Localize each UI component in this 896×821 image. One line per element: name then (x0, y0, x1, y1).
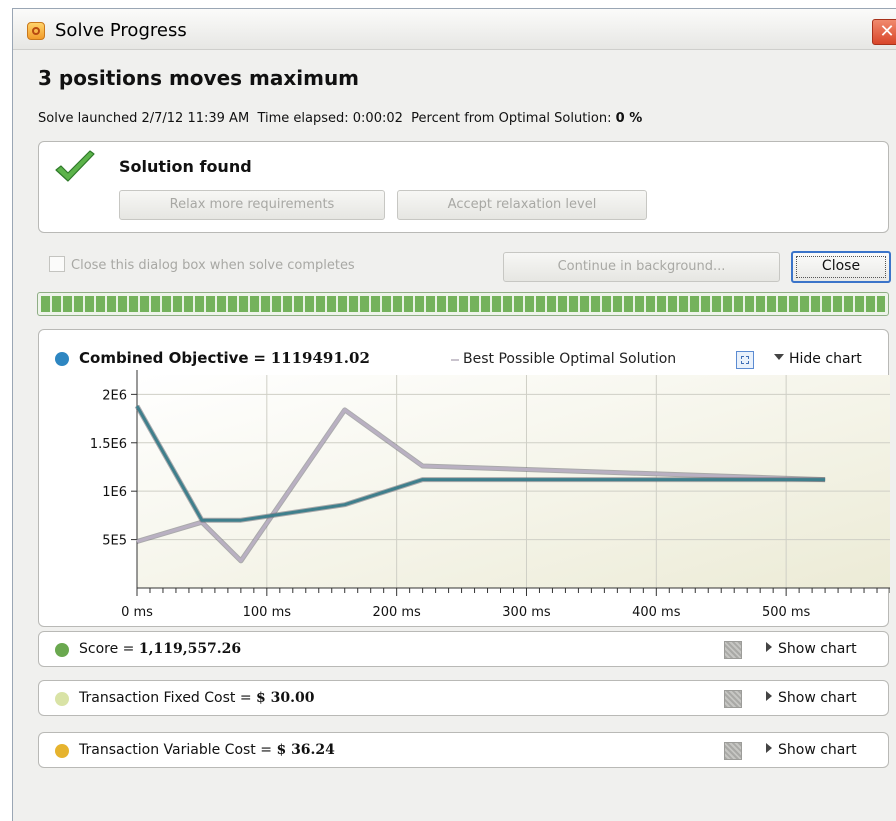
metric-value: $ 30.00 (256, 690, 315, 706)
objective-chart-panel: Combined Objective = 1119491.02 Best Pos… (38, 329, 890, 627)
checkmark-icon (55, 150, 95, 182)
solve-progress-bar (37, 292, 889, 316)
elapsed-value: 0:00:02 (352, 111, 403, 126)
metric-label: Score = 1,119,557.26 (79, 641, 242, 657)
x-tick-label: 400 ms (632, 605, 681, 620)
title-bar[interactable]: Solve Progress ✕ (13, 9, 896, 50)
chevron-right-icon (766, 642, 772, 652)
metric-value: $ 36.24 (276, 742, 335, 758)
chart-thumbnail-icon[interactable] (724, 690, 742, 708)
solve-progress-dialog: Solve Progress ✕ 3 positions moves maxim… (12, 8, 896, 821)
y-tick-label: 1.5E6 (90, 437, 127, 452)
show-chart-toggle[interactable]: Show chart (766, 690, 857, 706)
metric-name: Transaction Fixed Cost (79, 690, 236, 706)
solve-status-line: Solve launched 2/7/12 11:39 AM Time elap… (38, 111, 642, 126)
metric-panel: Score = 1,119,557.26 Show chart (38, 631, 889, 667)
accept-relaxation-button[interactable]: Accept relaxation level (397, 190, 647, 220)
close-when-complete-label: Close this dialog box when solve complet… (71, 258, 355, 273)
metric-legend-dot (55, 744, 69, 758)
chart-thumbnail-icon[interactable] (724, 641, 742, 659)
x-tick-label: 100 ms (243, 605, 292, 620)
solution-status: Solution found (119, 157, 252, 176)
y-tick-label: 5E5 (102, 534, 127, 549)
percent-value: 0 % (615, 111, 643, 126)
metric-name: Transaction Variable Cost (79, 742, 256, 758)
metric-legend-dot (55, 692, 69, 706)
y-tick-label: 1E6 (102, 485, 127, 500)
show-chart-label: Show chart (778, 641, 857, 657)
metric-value: 1,119,557.26 (138, 641, 242, 657)
relax-requirements-button[interactable]: Relax more requirements (119, 190, 385, 220)
chevron-right-icon (766, 691, 772, 701)
objective-line-chart: 0 ms 100 ms 200 ms 300 ms 400 ms 500 ms 5E5 1E6… (90, 370, 890, 620)
show-chart-label: Show chart (778, 742, 857, 758)
app-icon (27, 22, 45, 40)
y-tick-label: 2E6 (102, 388, 127, 403)
solution-panel: Solution found Relax more requirements A… (38, 141, 889, 233)
close-when-complete-checkbox[interactable] (49, 256, 65, 272)
launched-label: Solve launched (38, 111, 138, 126)
x-tick-label: 0 ms (121, 605, 153, 620)
show-chart-label: Show chart (778, 690, 857, 706)
close-button[interactable]: Close (791, 251, 891, 283)
close-when-complete-option[interactable]: Close this dialog box when solve complet… (49, 256, 355, 273)
chevron-right-icon (766, 743, 772, 753)
window-title: Solve Progress (55, 20, 187, 41)
metric-label: Transaction Variable Cost = $ 36.24 (79, 742, 335, 758)
x-tick-label: 300 ms (502, 605, 551, 620)
metric-panel: Transaction Fixed Cost = $ 30.00 Show cha… (38, 680, 889, 716)
metric-label: Transaction Fixed Cost = $ 30.00 (79, 690, 315, 706)
x-tick-label: 500 ms (762, 605, 811, 620)
percent-label: Percent from Optimal Solution: (411, 111, 612, 126)
continue-in-background-button[interactable]: Continue in background... (503, 252, 780, 282)
window-close-button[interactable]: ✕ (872, 19, 896, 45)
chart-thumbnail-icon[interactable] (724, 742, 742, 760)
x-tick-label: 200 ms (372, 605, 421, 620)
launched-value: 2/7/12 11:39 AM (141, 111, 250, 126)
progress-bar-fill (41, 296, 885, 312)
elapsed-label: Time elapsed: (257, 111, 349, 126)
metric-panel: Transaction Variable Cost = $ 36.24 Show … (38, 732, 889, 768)
metric-legend-dot (55, 643, 69, 657)
metric-name: Score (79, 641, 119, 657)
model-heading: 3 positions moves maximum (38, 66, 360, 90)
show-chart-toggle[interactable]: Show chart (766, 641, 857, 657)
show-chart-toggle[interactable]: Show chart (766, 742, 857, 758)
